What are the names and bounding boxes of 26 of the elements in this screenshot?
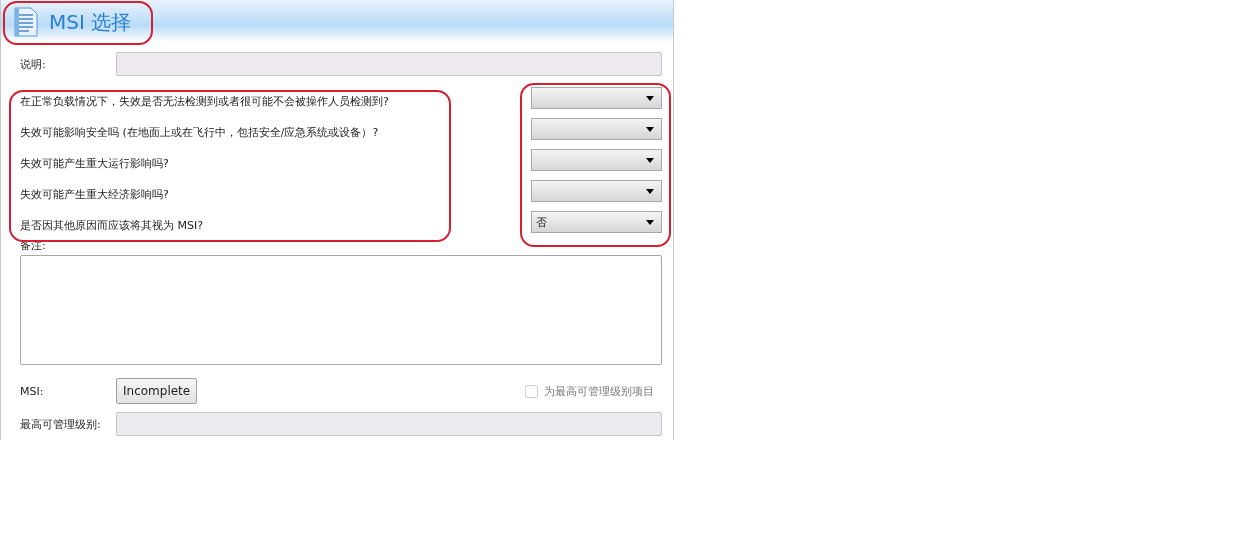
question-label: 在正常负载情况下，失效是否无法检测到或者很可能不会被操作人员检测到? xyxy=(20,93,389,109)
description-field[interactable] xyxy=(116,52,662,76)
question-label: 失效可能影响安全吗 (在地面上或在飞行中，包括安全/应急系统或设备）? xyxy=(20,124,379,140)
caret-icon xyxy=(646,157,654,163)
checkbox-label: 为最高可管理级别项目 xyxy=(544,383,654,399)
msi-label: MSI: xyxy=(20,384,45,398)
question-label: 失效可能产生重大经济影响吗? xyxy=(20,186,169,202)
caret-icon xyxy=(646,95,654,101)
question-label: 失效可能产生重大运行影响吗? xyxy=(20,155,169,171)
dropdown[interactable] xyxy=(531,118,662,140)
dropdown[interactable] xyxy=(531,87,662,109)
dropdown[interactable] xyxy=(531,180,662,202)
top-level-label: 最高可管理级别: xyxy=(20,416,102,432)
dropdown[interactable] xyxy=(531,149,662,171)
question-label: 是否因其他原因而应该将其视为 MSI? xyxy=(20,217,204,233)
caret-icon xyxy=(646,126,654,132)
notes-field[interactable] xyxy=(20,255,662,365)
document-icon xyxy=(13,7,39,37)
dropdown[interactable]: 否 xyxy=(531,211,662,233)
window-title: MSI 选择 xyxy=(49,8,132,36)
caret-icon xyxy=(646,188,654,194)
status-button[interactable]: Incomplete xyxy=(116,378,198,404)
checkbox[interactable] xyxy=(525,384,538,398)
description-label: 说明: xyxy=(20,56,47,72)
caret-icon xyxy=(646,219,654,225)
top-level-field[interactable] xyxy=(116,412,662,436)
